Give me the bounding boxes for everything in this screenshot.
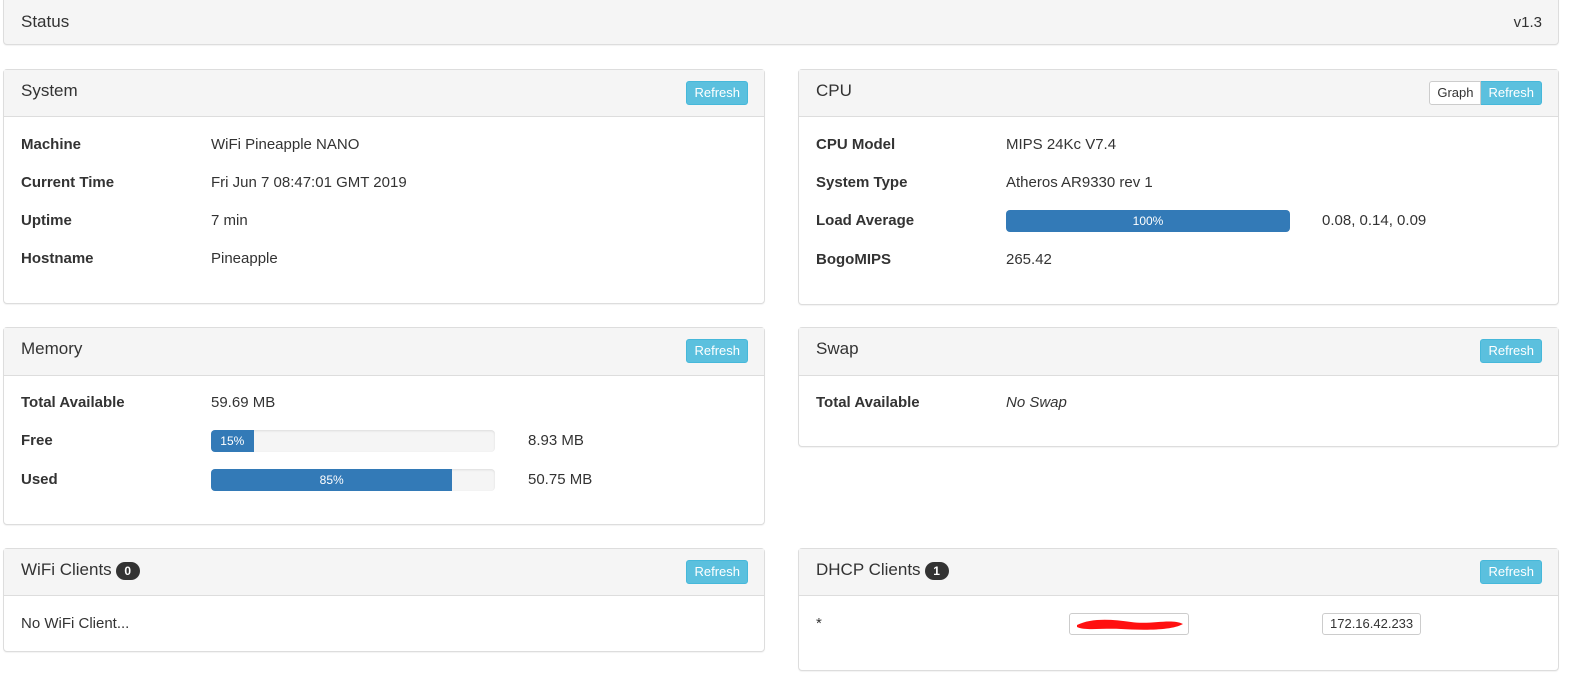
wifi-clients-panel-title: WiFi Clients 0: [21, 560, 140, 580]
swap-total-value: No Swap: [1006, 394, 1067, 411]
swap-panel-heading: Swap Refresh: [799, 328, 1558, 376]
memory-used-value: 50.75 MB: [528, 471, 593, 488]
system-panel-heading: System Refresh: [4, 70, 764, 117]
cpu-panel-heading: CPU Graph Refresh: [799, 70, 1558, 117]
swap-panel: Swap Refresh Total Available No Swap: [798, 327, 1559, 447]
load-average-label: Load Average: [816, 212, 915, 229]
memory-used-progress-fill: 85%: [211, 469, 453, 491]
memory-free-progress: 15%: [211, 430, 495, 452]
cpu-button-group: Graph Refresh: [1429, 81, 1542, 105]
dhcp-clients-count-badge: 1: [924, 561, 949, 580]
dhcp-clients-refresh-button[interactable]: Refresh: [1480, 560, 1542, 584]
memory-free-progress-fill: 15%: [211, 430, 254, 452]
memory-free-label: Free: [21, 432, 53, 449]
memory-panel: Memory Refresh Total Available 59.69 MB …: [3, 327, 765, 525]
cpu-panel: CPU Graph Refresh CPU Model MIPS 24Kc V7…: [798, 69, 1559, 305]
memory-refresh-button[interactable]: Refresh: [686, 339, 748, 363]
page-title: Status: [21, 12, 70, 31]
machine-value: WiFi Pineapple NANO: [211, 136, 360, 153]
dhcp-client-hostname: *: [816, 615, 822, 632]
uptime-label: Uptime: [21, 212, 72, 229]
dhcp-client-mac-redacted[interactable]: [1069, 613, 1189, 635]
system-type-value: Atheros AR9330 rev 1: [1006, 174, 1153, 191]
wifi-clients-empty-text: No WiFi Client...: [21, 615, 130, 632]
wifi-clients-panel-heading: WiFi Clients 0 Refresh: [4, 549, 764, 596]
cpu-refresh-button[interactable]: Refresh: [1481, 81, 1542, 105]
system-panel-title: System: [21, 81, 78, 100]
machine-label: Machine: [21, 136, 82, 153]
version-label: v1.3: [1513, 14, 1542, 31]
memory-used-progress: 85%: [211, 469, 495, 491]
wifi-clients-refresh-button[interactable]: Refresh: [686, 560, 748, 584]
system-panel: System Refresh Machine WiFi Pineapple NA…: [3, 69, 765, 304]
dhcp-client-ip[interactable]: 172.16.42.233: [1322, 613, 1422, 635]
memory-free-value: 8.93 MB: [528, 432, 584, 449]
bogomips-value: 265.42: [1006, 251, 1052, 268]
hostname-label: Hostname: [21, 250, 94, 267]
memory-total-label: Total Available: [21, 394, 125, 411]
wifi-clients-panel: WiFi Clients 0 Refresh No WiFi Client...: [3, 548, 765, 652]
current-time-label: Current Time: [21, 174, 115, 191]
cpu-model-value: MIPS 24Kc V7.4: [1006, 136, 1117, 153]
dhcp-clients-title-text: DHCP Clients: [816, 560, 921, 579]
swap-refresh-button[interactable]: Refresh: [1480, 339, 1542, 363]
cpu-graph-button[interactable]: Graph: [1429, 81, 1482, 105]
load-average-values: 0.08, 0.14, 0.09: [1322, 212, 1427, 229]
current-time-value: Fri Jun 7 08:47:01 GMT 2019: [211, 174, 407, 191]
wifi-clients-title-text: WiFi Clients: [21, 560, 112, 579]
memory-used-label: Used: [21, 471, 58, 488]
memory-panel-title: Memory: [21, 339, 83, 358]
hostname-value: Pineapple: [211, 250, 278, 267]
status-header: Status v1.3: [3, 0, 1559, 45]
load-average-progress-fill: 100%: [1006, 210, 1290, 232]
dhcp-clients-panel-heading: DHCP Clients 1 Refresh: [799, 549, 1558, 596]
uptime-value: 7 min: [211, 212, 248, 229]
dhcp-clients-panel: DHCP Clients 1 Refresh * 172.16.42.233: [798, 548, 1559, 671]
bogomips-label: BogoMIPS: [816, 251, 891, 268]
system-type-label: System Type: [816, 174, 908, 191]
cpu-panel-title: CPU: [816, 81, 852, 100]
memory-panel-heading: Memory Refresh: [4, 328, 764, 376]
dhcp-clients-panel-title: DHCP Clients 1: [816, 560, 949, 580]
redaction-scribble: [1077, 619, 1183, 630]
memory-total-value: 59.69 MB: [211, 394, 276, 411]
load-average-progress: 100%: [1006, 210, 1290, 232]
wifi-clients-count-badge: 0: [115, 561, 140, 580]
swap-panel-title: Swap: [816, 339, 859, 358]
system-refresh-button[interactable]: Refresh: [686, 81, 748, 105]
swap-total-label: Total Available: [816, 394, 920, 411]
cpu-model-label: CPU Model: [816, 136, 896, 153]
